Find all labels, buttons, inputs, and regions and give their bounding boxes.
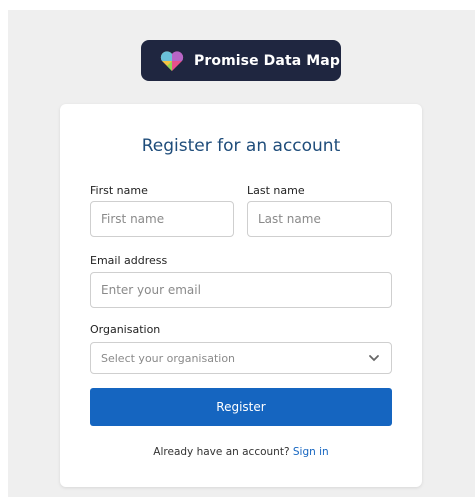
chevron-down-icon <box>369 355 379 362</box>
first-name-label: First name <box>90 184 148 197</box>
email-label: Email address <box>90 254 168 267</box>
heart-logo-icon <box>160 50 184 71</box>
app-logo: Promise Data Map <box>141 40 341 81</box>
organisation-label: Organisation <box>90 323 161 336</box>
signin-row: Already have an account? Sign in <box>0 446 475 458</box>
email-field[interactable] <box>90 272 392 308</box>
page-title: Register for an account <box>141 136 341 156</box>
first-name-field[interactable] <box>90 201 234 237</box>
last-name-label: Last name <box>247 184 305 197</box>
signin-link[interactable]: Sign in <box>293 446 329 458</box>
register-button[interactable]: Register <box>90 388 392 426</box>
signin-prompt: Already have an account? <box>153 446 290 458</box>
logo-text: Promise Data Map <box>194 52 340 69</box>
organisation-select[interactable]: Select your organisation <box>90 342 392 374</box>
organisation-select-value: Select your organisation <box>101 351 236 365</box>
last-name-field[interactable] <box>247 201 392 237</box>
